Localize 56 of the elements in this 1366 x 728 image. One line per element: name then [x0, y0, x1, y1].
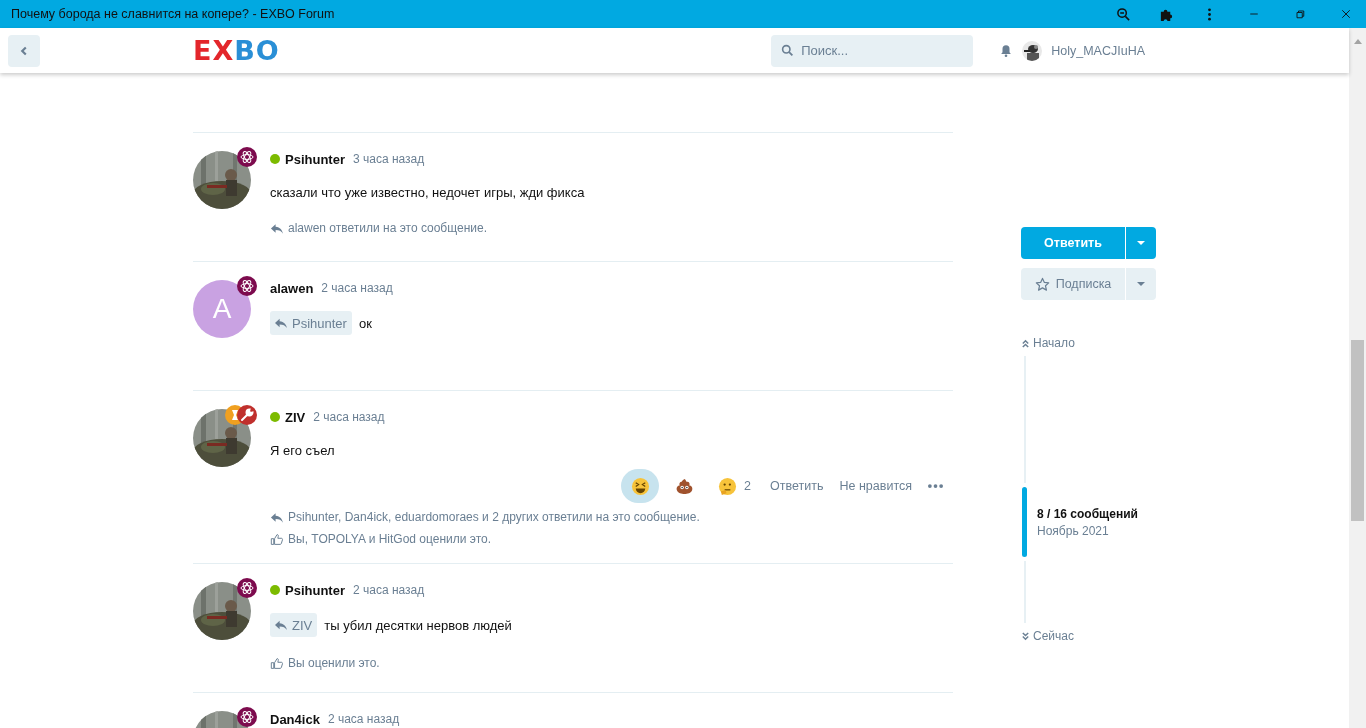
reply-button[interactable]: Ответить [1021, 227, 1125, 259]
post-time[interactable]: 2 часа назад [321, 281, 393, 295]
replies-note[interactable]: Psihunter, Dan4ick, eduardomoraes и 2 других ответили на это сообщение. [288, 510, 700, 524]
author-name[interactable]: ZIV [285, 409, 306, 425]
author-name[interactable]: Psihunter [285, 151, 345, 167]
post-time[interactable]: 2 часа назад [327, 712, 400, 726]
reaction-button[interactable]: 2 [709, 469, 761, 503]
scrubber-start-link[interactable]: Начало [1021, 336, 1075, 350]
search-field[interactable]: Поиск... [771, 34, 974, 67]
restore-icon[interactable] [1294, 8, 1306, 20]
post-time[interactable]: 3 часа назад [352, 152, 425, 166]
post-position: 8 / 16 сообщений [1037, 506, 1138, 521]
post-time[interactable]: 2 часа назад [313, 410, 385, 424]
post-text: ты убил десятки нервов людей [324, 617, 512, 633]
caret-icon[interactable] [1136, 240, 1146, 246]
double-chevron-down-icon [1021, 631, 1030, 641]
thumbs-up-icon [270, 656, 284, 670]
post-text: ок [358, 315, 372, 331]
poop-icon[interactable] [674, 476, 694, 496]
window-title: Почему борода не славнится на копере? - EXBO Forum [11, 7, 335, 21]
author-name[interactable]: alawen [270, 280, 314, 296]
close-icon[interactable] [1340, 8, 1352, 20]
reaction-button[interactable] [621, 469, 660, 503]
subscribe-button[interactable]: Подписка [1021, 268, 1125, 300]
thumbs-up-icon [270, 532, 284, 546]
replies-note[interactable]: alawen ответили на это сообщение. [288, 221, 487, 235]
likes-note[interactable]: Вы оценили это. [288, 656, 380, 670]
post-date: Ноябрь 2021 [1037, 523, 1110, 538]
reply-icon [270, 221, 284, 235]
laughing-face-icon[interactable] [630, 476, 650, 496]
logo[interactable]: EXBO [193, 35, 280, 66]
back-button[interactable] [8, 34, 40, 67]
author-name[interactable]: Psihunter [285, 582, 345, 598]
post-text: сказали что уже известно, недочет игры, жди фикса [270, 184, 585, 200]
zoom-out-icon[interactable] [1116, 6, 1131, 22]
action-button[interactable]: Не нравится [833, 475, 918, 497]
post-text: Я его съел [270, 442, 335, 458]
action-button[interactable]: Ответить [764, 475, 830, 497]
star-icon[interactable] [1034, 276, 1050, 292]
likes-note[interactable]: Вы, TOPOLYA и HitGod оценили это. [288, 532, 492, 546]
reply-icon[interactable] [274, 619, 288, 631]
reply-icon [270, 510, 284, 524]
scrollbar[interactable] [1349, 28, 1366, 728]
post-time[interactable]: 2 часа назад [352, 583, 425, 597]
user-menu[interactable]: Holy_MACJIuHA [1022, 40, 1145, 61]
reply-mention[interactable]: Psihunter [270, 311, 352, 335]
thinking-face-icon[interactable] [718, 476, 738, 496]
double-chevron-up-icon [1021, 338, 1030, 348]
search-icon [781, 43, 795, 57]
reply-icon[interactable] [274, 317, 288, 329]
caret-icon[interactable] [1136, 281, 1146, 287]
more-icon[interactable] [928, 484, 943, 488]
reply-mention[interactable]: ZIV [270, 613, 318, 637]
scrubber-handle[interactable] [1022, 487, 1027, 557]
author-name[interactable]: Dan4ick [270, 711, 320, 727]
scrubber-end-link[interactable]: Сейчас [1021, 629, 1074, 643]
